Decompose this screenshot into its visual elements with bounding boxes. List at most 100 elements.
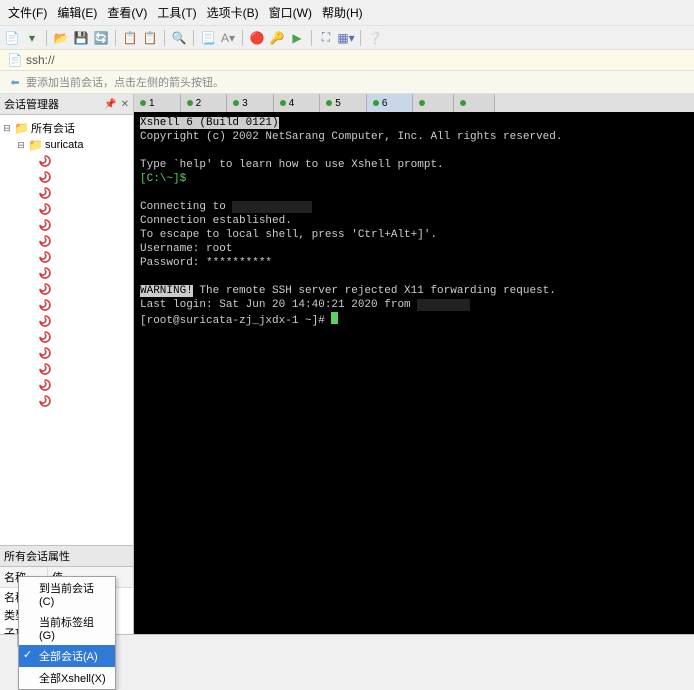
status-dot-icon (140, 100, 146, 106)
tree-session[interactable] (2, 361, 131, 377)
key-icon[interactable]: 🔑 (269, 30, 285, 46)
tree-session[interactable] (2, 153, 131, 169)
menu-file[interactable]: 文件(F) (4, 2, 51, 23)
session-swirl-icon (38, 362, 52, 376)
tree-session[interactable] (2, 345, 131, 361)
tree-session[interactable] (2, 265, 131, 281)
session-swirl-icon (38, 330, 52, 344)
save-icon[interactable]: 💾 (73, 30, 89, 46)
session-tab[interactable]: 3 (227, 94, 274, 112)
session-tab[interactable] (454, 94, 495, 112)
tree-session[interactable] (2, 233, 131, 249)
terminal-connected: Connection established. (140, 215, 292, 227)
content-area: 1 2 3 4 5 6 Xshell 6 (Build 0121) Copyri… (134, 94, 694, 642)
context-menu-item[interactable]: 全部Xshell(X) (19, 667, 115, 689)
tree-session[interactable] (2, 169, 131, 185)
session-swirl-icon (38, 170, 52, 184)
terminal-title: Xshell 6 (Build 0121) (140, 117, 279, 129)
cursor (331, 312, 338, 324)
tab-label: 6 (382, 98, 388, 109)
tab-label: 1 (149, 98, 155, 109)
tree-root[interactable]: ⊟ 📁 所有会话 (2, 119, 131, 137)
folder-icon: 📁 (14, 121, 29, 135)
session-tab[interactable]: 4 (274, 94, 321, 112)
terminal-connecting: Connecting to (140, 201, 232, 213)
status-dot-icon (326, 100, 332, 106)
tree-session[interactable] (2, 297, 131, 313)
menu-tabs[interactable]: 选项卡(B) (203, 2, 263, 23)
new-tab-icon[interactable]: ▾ (24, 30, 40, 46)
status-dot-icon (233, 100, 239, 106)
tree-session[interactable] (2, 329, 131, 345)
menu-edit[interactable]: 编辑(E) (53, 2, 101, 23)
tree-session[interactable] (2, 185, 131, 201)
menu-view[interactable]: 查看(V) (103, 2, 151, 23)
tree-session[interactable] (2, 217, 131, 233)
context-menu-item[interactable]: 到当前会话(C) (19, 577, 115, 611)
session-swirl-icon (38, 282, 52, 296)
session-tab[interactable]: 5 (320, 94, 367, 112)
session-tab[interactable]: 2 (181, 94, 228, 112)
session-tab[interactable] (413, 94, 454, 112)
font-icon[interactable]: A▾ (220, 30, 236, 46)
menu-window[interactable]: 窗口(W) (265, 2, 316, 23)
session-swirl-icon (38, 378, 52, 392)
context-menu[interactable]: 到当前会话(C)当前标签组(G)✓全部会话(A) 全部Xshell(X) (18, 576, 116, 690)
fullscreen-icon[interactable]: ⛶ (318, 30, 334, 46)
menu-help[interactable]: 帮助(H) (318, 2, 367, 23)
menu-tools[interactable]: 工具(T) (153, 2, 200, 23)
tree-folder[interactable]: ⊟ 📁 suricata (2, 137, 131, 153)
props-icon[interactable]: 📃 (200, 30, 216, 46)
remote-prompt: [root@suricata-zj_jxdx-1 ~]# (140, 315, 331, 327)
tree-session[interactable] (2, 249, 131, 265)
menu-bar: 文件(F) 编辑(E) 查看(V) 工具(T) 选项卡(B) 窗口(W) 帮助(… (0, 0, 694, 26)
layout-icon[interactable]: ▦▾ (338, 30, 354, 46)
sidebar: 会话管理器 📌 ✕ ⊟ 📁 所有会话 ⊟ 📁 suricata (0, 94, 134, 642)
terminal-help: Type `help' to learn how to use Xshell p… (140, 159, 444, 171)
session-tree[interactable]: ⊟ 📁 所有会话 ⊟ 📁 suricata (0, 115, 133, 545)
pin-icon[interactable]: 📌 (104, 99, 116, 110)
tree-session[interactable] (2, 377, 131, 393)
tab-label: 4 (289, 98, 295, 109)
session-swirl-icon (38, 266, 52, 280)
new-session-icon[interactable]: 📄 (4, 30, 20, 46)
search-icon[interactable]: 🔍 (171, 30, 187, 46)
terminal[interactable]: Xshell 6 (Build 0121) Copyright (c) 2002… (134, 112, 694, 642)
terminal-user: Username: root (140, 243, 232, 255)
context-menu-item[interactable]: ✓全部会话(A) (19, 645, 115, 667)
paste-icon[interactable]: 📋 (142, 30, 158, 46)
session-tab[interactable]: 6 (367, 94, 414, 112)
session-swirl-icon (38, 218, 52, 232)
context-menu-item[interactable]: 当前标签组(G) (19, 611, 115, 645)
tree-folder-label: suricata (45, 139, 84, 151)
open-icon[interactable]: 📂 (53, 30, 69, 46)
address-bar[interactable]: 📄 ssh:// (0, 50, 694, 71)
session-lock-icon: 📄 (8, 53, 22, 67)
session-swirl-icon (38, 298, 52, 312)
expander-icon[interactable]: ⊟ (16, 140, 26, 151)
tree-session[interactable] (2, 313, 131, 329)
help-icon[interactable]: ❔ (367, 30, 383, 46)
tree-session[interactable] (2, 201, 131, 217)
status-dot-icon (280, 100, 286, 106)
status-dot-icon (460, 100, 466, 106)
tree-session[interactable] (2, 393, 131, 409)
copy-icon[interactable]: 📋 (122, 30, 138, 46)
session-tabs: 1 2 3 4 5 6 (134, 94, 694, 112)
terminal-pass: Password: ********** (140, 257, 272, 269)
session-manager-title: 会话管理器 📌 ✕ (0, 94, 133, 115)
session-tab[interactable]: 1 (134, 94, 181, 112)
script-icon[interactable]: ▶ (289, 30, 305, 46)
session-swirl-icon (38, 394, 52, 408)
color-icon[interactable]: 🔴 (249, 30, 265, 46)
status-dot-icon (373, 100, 379, 106)
tip-text: 要添加当前会话，点击左侧的箭头按钮。 (26, 74, 224, 90)
reconnect-icon[interactable]: 🔄 (93, 30, 109, 46)
context-menu-label: 全部Xshell(X) (39, 673, 106, 685)
close-panel-icon[interactable]: ✕ (121, 99, 129, 110)
last-login: Last login: Sat Jun 20 14:40:21 2020 fro… (140, 299, 417, 311)
arrow-left-icon[interactable]: ⬅ (8, 75, 22, 89)
session-swirl-icon (38, 250, 52, 264)
expander-icon[interactable]: ⊟ (2, 123, 12, 134)
tree-session[interactable] (2, 281, 131, 297)
